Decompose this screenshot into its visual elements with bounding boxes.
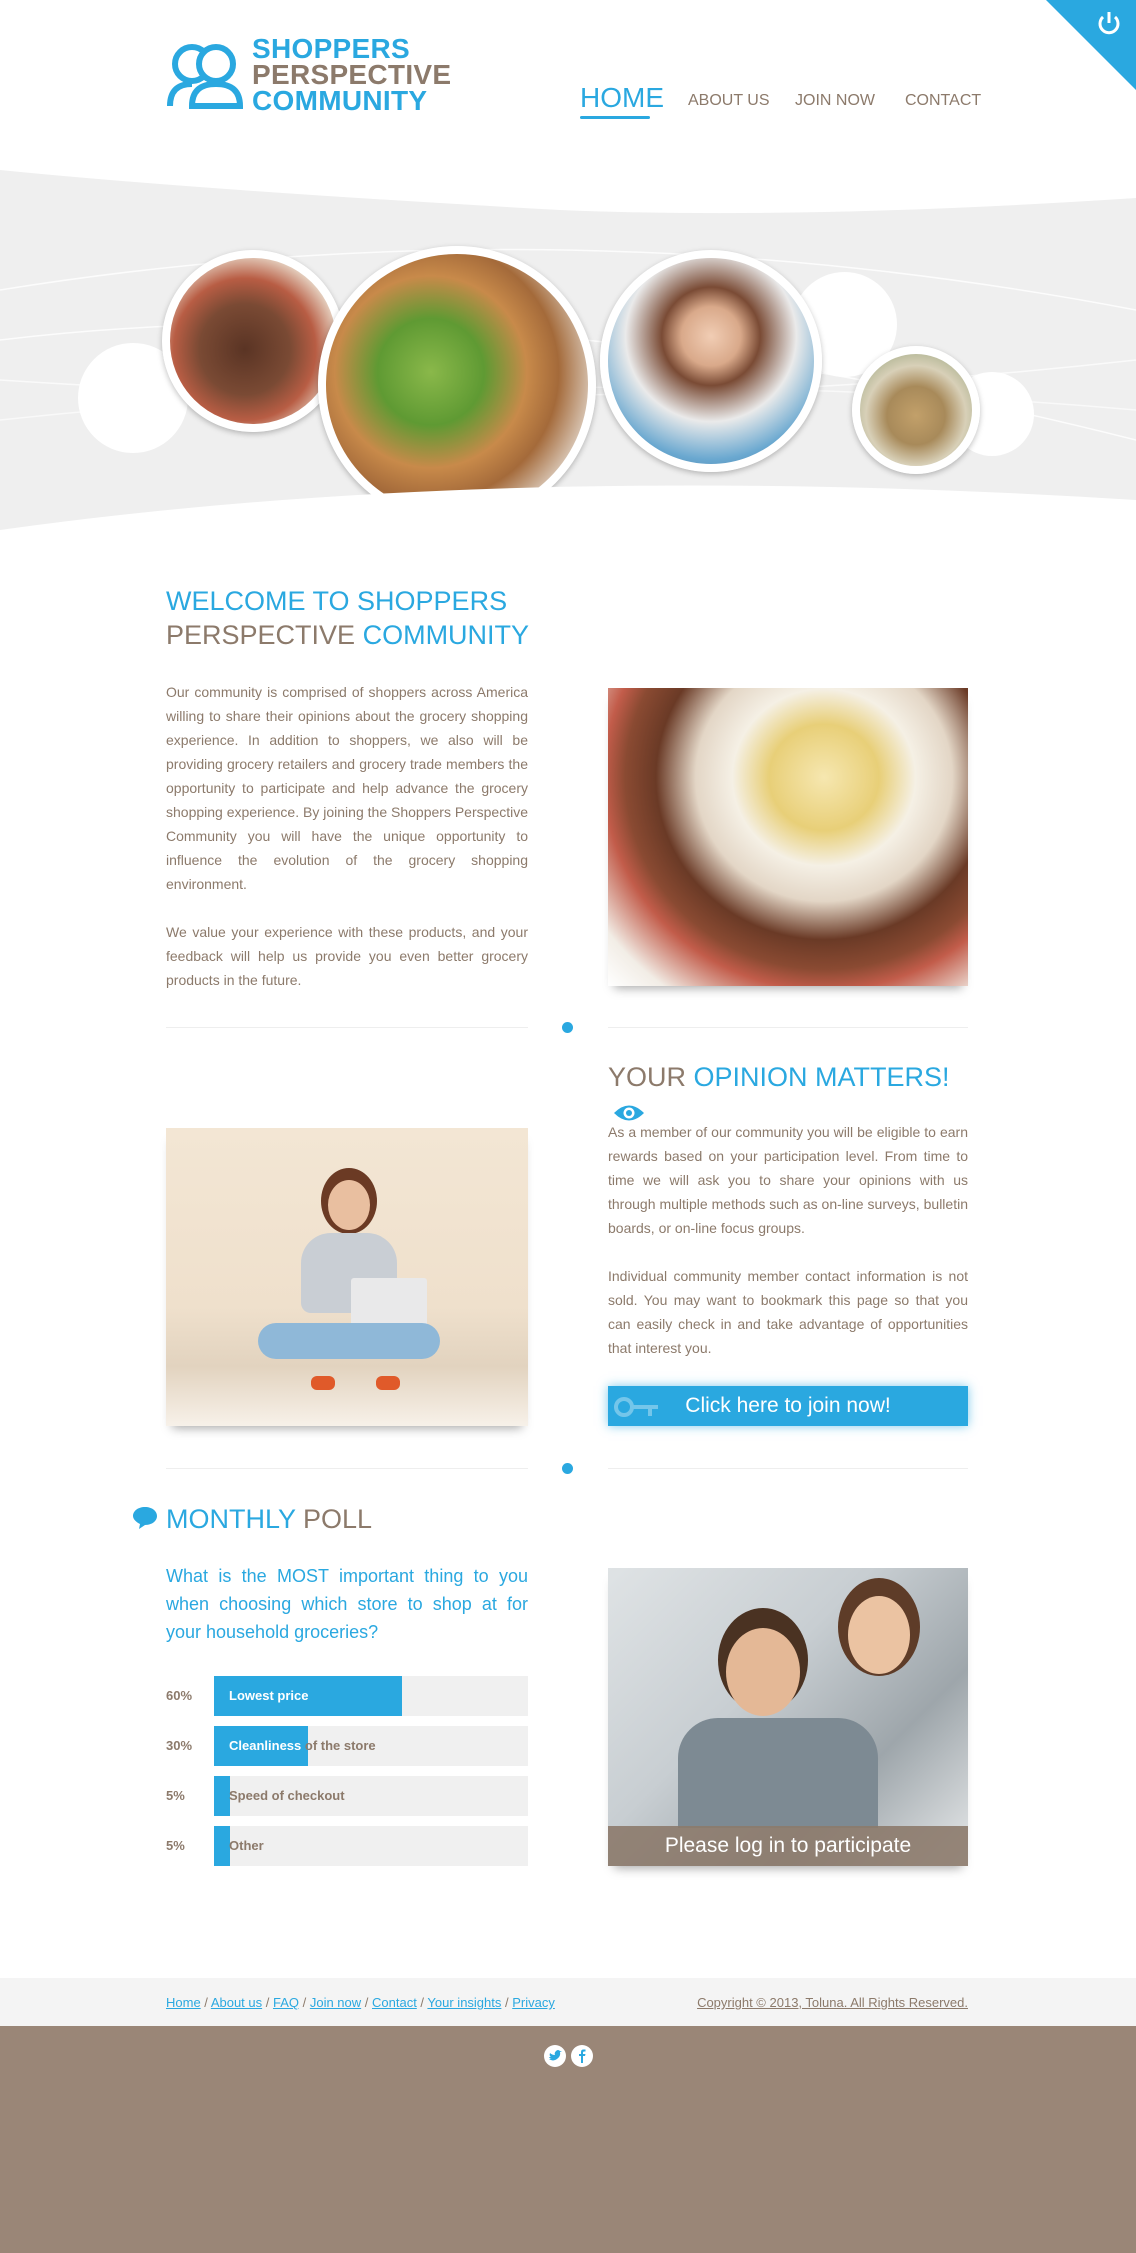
footer-bottom bbox=[0, 2026, 1136, 2253]
poll-option[interactable]: 60% Lowest price bbox=[166, 1676, 528, 1716]
woman-laptop-photo bbox=[166, 1128, 528, 1426]
poll-option-label: Cleanliness of the store bbox=[229, 1738, 376, 1753]
opinion-title: YOUR OPINION MATTERS! bbox=[608, 1060, 988, 1128]
poll-option-label: Other bbox=[229, 1838, 264, 1853]
poll-option[interactable]: 30% Cleanliness of the store bbox=[166, 1726, 528, 1766]
poll-title-monthly: MONTHLY bbox=[166, 1504, 296, 1534]
footer-link-faq[interactable]: FAQ bbox=[273, 1995, 299, 2010]
opinion-title-matters: OPINION MATTERS! bbox=[693, 1062, 950, 1092]
couple-laptop-photo: Please log in to participate bbox=[608, 1568, 968, 1866]
welcome-title-word-community: COMMUNITY bbox=[362, 620, 530, 650]
key-icon bbox=[614, 1397, 658, 1417]
hero-shopping-cart-image bbox=[852, 346, 980, 474]
poll-option-bar: Cleanliness of the store bbox=[214, 1726, 528, 1766]
poll-option[interactable]: 5% Speed of checkout bbox=[166, 1776, 528, 1816]
section-divider bbox=[166, 1027, 528, 1028]
welcome-paragraph-1: Our community is comprised of shoppers a… bbox=[166, 684, 528, 892]
footer-link-about-us[interactable]: About us bbox=[211, 1995, 262, 2010]
nav-home[interactable]: HOME bbox=[580, 82, 664, 114]
opinion-title-your: YOUR bbox=[608, 1062, 687, 1092]
opinion-paragraph-1: As a member of our community you will be… bbox=[608, 1124, 968, 1236]
nav-about-us[interactable]: ABOUT US bbox=[688, 92, 770, 110]
poll-option-label: Speed of checkout bbox=[229, 1788, 345, 1803]
poll-option-label: Lowest price bbox=[229, 1688, 309, 1703]
hero-steak-image bbox=[162, 250, 344, 432]
nav-active-indicator bbox=[580, 116, 650, 119]
facebook-icon[interactable] bbox=[571, 2045, 593, 2067]
poll-option-fill bbox=[214, 1826, 230, 1866]
poll-option-percent: 30% bbox=[166, 1738, 193, 1753]
join-now-button-label: Click here to join now! bbox=[685, 1394, 891, 1417]
hero-bottom-curve bbox=[0, 485, 1136, 550]
divider-dot bbox=[562, 1463, 573, 1474]
poll-option-percent: 5% bbox=[166, 1788, 185, 1803]
twitter-icon[interactable] bbox=[544, 2045, 566, 2067]
poll-option-percent: 60% bbox=[166, 1688, 193, 1703]
divider-dot bbox=[562, 1022, 573, 1033]
hero-top-curve bbox=[0, 150, 1136, 214]
login-caption-bar[interactable]: Please log in to participate bbox=[608, 1826, 968, 1866]
poll-option-label-overlap: Cleanliness bbox=[229, 1738, 302, 1753]
poll-option[interactable]: 5% Other bbox=[166, 1826, 528, 1866]
welcome-paragraph-2: We value your experience with these prod… bbox=[166, 924, 528, 988]
nav-contact[interactable]: CONTACT bbox=[905, 92, 981, 110]
speech-bubble-icon bbox=[133, 1507, 157, 1529]
login-caption: Please log in to participate bbox=[664, 1834, 912, 1857]
footer-link-your-insights[interactable]: Your insights bbox=[427, 1995, 501, 2010]
poll-option-fill bbox=[214, 1776, 230, 1816]
hero-shopper-woman-image bbox=[600, 250, 822, 472]
copyright: Copyright © 2013, Toluna. All Rights Res… bbox=[697, 1995, 968, 2010]
footer-link-contact[interactable]: Contact bbox=[372, 1995, 417, 2010]
join-now-button[interactable]: Click here to join now! bbox=[608, 1386, 968, 1426]
section-divider bbox=[166, 1468, 528, 1469]
power-icon[interactable] bbox=[1094, 8, 1124, 38]
poll-option-bar: Other bbox=[214, 1826, 528, 1866]
poll-question: What is the MOST important thing to you … bbox=[166, 1566, 528, 1642]
poll-title-poll: POLL bbox=[303, 1504, 373, 1534]
welcome-title-word-perspective: PERSPECTIVE bbox=[166, 620, 356, 650]
section-divider bbox=[608, 1468, 968, 1469]
welcome-title: WELCOME TO SHOPPERS PERSPECTIVE COMMUNIT… bbox=[166, 584, 566, 652]
poll-option-percent: 5% bbox=[166, 1838, 185, 1853]
footer-links-bar: Home / About us / FAQ / Join now / Conta… bbox=[0, 1978, 1136, 2026]
poll-option-label-rest: of the store bbox=[301, 1738, 376, 1753]
welcome-title-line-1: WELCOME TO SHOPPERS bbox=[166, 586, 508, 616]
footer-link-privacy[interactable]: Privacy bbox=[512, 1995, 555, 2010]
section-divider bbox=[608, 1027, 968, 1028]
poll-option-bar: Lowest price bbox=[214, 1676, 528, 1716]
poll-title: MONTHLY POLL bbox=[166, 1502, 466, 1536]
poll-option-bar: Speed of checkout bbox=[214, 1776, 528, 1816]
main-nav: HOME ABOUT US JOIN NOW CONTACT bbox=[0, 82, 1136, 122]
nav-join-now[interactable]: JOIN NOW bbox=[795, 92, 875, 110]
footer-nav: Home / About us / FAQ / Join now / Conta… bbox=[166, 1995, 555, 2010]
footer-link-home[interactable]: Home bbox=[166, 1995, 201, 2010]
steak-photo bbox=[608, 688, 968, 986]
footer-link-join-now[interactable]: Join now bbox=[310, 1995, 361, 2010]
opinion-paragraph-2: Individual community member contact info… bbox=[608, 1268, 968, 1356]
